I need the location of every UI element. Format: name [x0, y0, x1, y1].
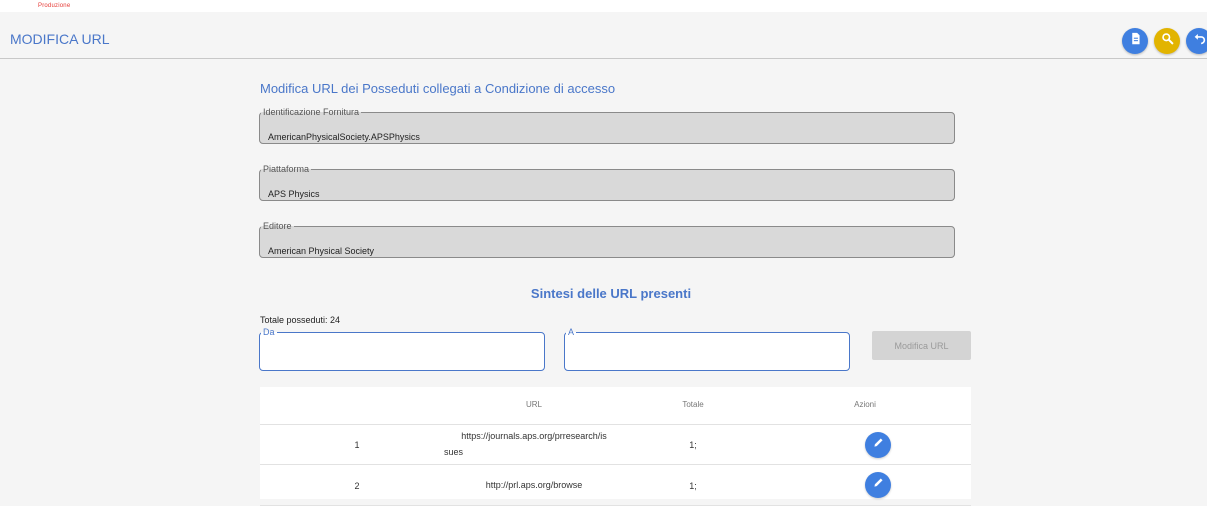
search-icon: [1161, 32, 1174, 50]
piattaforma-label: Piattaforma: [263, 164, 310, 174]
editore-label: Editore: [263, 221, 292, 231]
identificazione-fornitura-value: AmericanPhysicalSociety.APSPhysics: [268, 132, 420, 142]
row-url-line: http://prl.aps.org/browse: [485, 480, 583, 490]
page-header: MODIFICA URL: [0, 12, 1207, 59]
a-input[interactable]: [573, 353, 837, 366]
header-azioni: Azioni: [854, 400, 876, 409]
undo-button[interactable]: [1186, 28, 1207, 54]
table-header: URL Totale Azioni: [260, 387, 971, 425]
top-strip: Produzione: [0, 0, 1207, 12]
da-label: Da: [263, 327, 275, 337]
pencil-icon: [872, 476, 885, 494]
row-url-line: sues: [444, 447, 464, 457]
totale-posseduti: Totale posseduti: 24: [260, 315, 341, 325]
row-url: https://journals.aps.org/prresearch/is s…: [444, 428, 624, 460]
edit-button[interactable]: [865, 472, 891, 498]
da-field: Da: [259, 327, 545, 371]
a-field: A: [564, 327, 850, 371]
document-button[interactable]: [1122, 28, 1148, 54]
piattaforma-field: Piattaforma APS Physics: [259, 164, 955, 201]
url-table: URL Totale Azioni 1 https://journals.aps…: [260, 387, 971, 506]
modifica-url-button[interactable]: Modifica URL: [872, 331, 971, 360]
row-url-line: https://journals.aps.org/prresearch/is: [461, 431, 607, 441]
edit-button[interactable]: [865, 432, 891, 458]
undo-icon: [1193, 32, 1206, 50]
environment-label: Produzione: [38, 3, 71, 9]
editore-field: Editore American Physical Society: [259, 221, 955, 258]
row-number: 2: [354, 481, 360, 491]
page-title: MODIFICA URL: [10, 31, 110, 47]
row-url: http://prl.aps.org/browse: [444, 477, 624, 493]
table-row: 1 https://journals.aps.org/prresearch/is…: [260, 424, 971, 465]
header-totale: Totale: [682, 400, 704, 409]
row-totale: 1;: [689, 440, 697, 450]
da-input[interactable]: [268, 353, 532, 366]
document-icon: [1129, 32, 1142, 50]
a-label: A: [568, 327, 575, 337]
row-totale: 1;: [689, 481, 697, 491]
identificazione-fornitura-field: Identificazione Fornitura AmericanPhysic…: [259, 107, 955, 144]
summary-title: Sintesi delle URL presenti: [530, 286, 692, 301]
editore-value: American Physical Society: [268, 246, 375, 256]
pencil-icon: [872, 436, 885, 454]
identificazione-fornitura-label: Identificazione Fornitura: [263, 107, 360, 117]
table-row: 2 http://prl.aps.org/browse 1;: [260, 465, 971, 506]
row-number: 1: [354, 440, 360, 450]
search-button[interactable]: [1154, 28, 1180, 54]
header-url: URL: [525, 400, 543, 409]
form-subtitle: Modifica URL dei Posseduti collegati a C…: [260, 81, 616, 96]
piattaforma-value: APS Physics: [268, 189, 320, 199]
